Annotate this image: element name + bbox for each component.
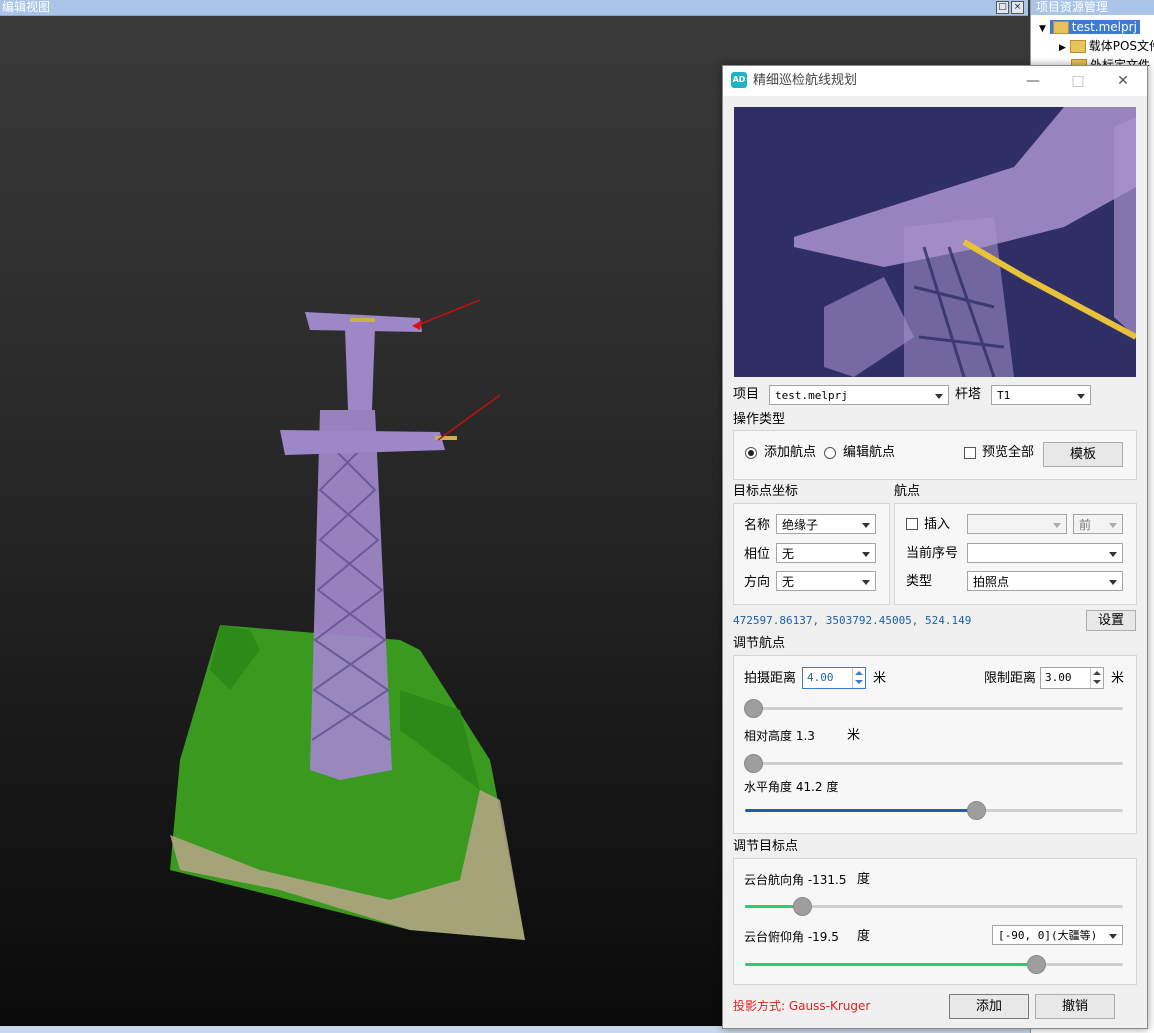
add-button[interactable]: 添加 <box>949 994 1029 1019</box>
preview-all-checkbox[interactable] <box>964 447 976 459</box>
current-index-label: 当前序号 <box>906 546 959 561</box>
expand-arrow-icon[interactable]: ▼ <box>1039 24 1046 34</box>
waypoint-preview-image[interactable] <box>734 107 1136 377</box>
coordinate-readout: 472597.86137, 3503792.45005, 524.149 <box>733 614 972 627</box>
shoot-distance-slider[interactable] <box>743 699 1123 718</box>
direction-select[interactable]: 无 <box>776 571 876 591</box>
limit-distance-unit: 米 <box>1111 671 1125 686</box>
restore-icon[interactable]: □ <box>996 1 1009 14</box>
close-icon[interactable]: × <box>1011 1 1024 14</box>
dialog-title: 精细巡检航线规划 <box>753 73 858 88</box>
preview-all-label: 预览全部 <box>982 445 1035 460</box>
projection-label: 投影方式: Gauss-Kruger <box>733 999 871 1013</box>
slider-thumb[interactable] <box>792 897 812 916</box>
insert-checkbox[interactable] <box>906 518 918 530</box>
insert-target-select[interactable] <box>967 514 1067 534</box>
limit-distance-label: 限制距离 <box>984 671 1037 686</box>
type-label: 类型 <box>906 574 933 589</box>
slider-thumb[interactable] <box>743 699 763 718</box>
chevron-down-icon <box>1053 523 1061 528</box>
slider-thumb[interactable] <box>966 801 986 820</box>
limit-distance-input[interactable]: 3.00 <box>1040 667 1104 689</box>
project-select[interactable]: test.melprj <box>769 385 949 405</box>
add-waypoint-label: 添加航点 <box>764 445 817 460</box>
dialog-titlebar: AD 精细巡检航线规划 — □ ✕ <box>723 66 1147 96</box>
name-select[interactable]: 绝缘子 <box>776 514 876 534</box>
slider-thumb[interactable] <box>1027 955 1047 974</box>
shoot-distance-unit: 米 <box>873 671 887 686</box>
gimbal-pitch-slider[interactable] <box>745 955 1123 974</box>
tower-lower-crossarm <box>280 430 445 455</box>
name-label: 名称 <box>744 518 771 533</box>
adjust-target-label: 调节目标点 <box>733 839 799 854</box>
target-coord-label: 目标点坐标 <box>733 484 799 499</box>
tower-label: 杆塔 <box>955 387 982 402</box>
insert-label: 插入 <box>924 517 951 532</box>
edit-waypoint-radio[interactable] <box>824 447 836 459</box>
op-type-label: 操作类型 <box>733 412 786 427</box>
viewport-title: 编辑视图 <box>2 0 51 14</box>
edit-waypoint-label: 编辑航点 <box>843 445 896 460</box>
shoot-distance-label: 拍摄距离 <box>744 671 797 686</box>
horizontal-angle-slider[interactable] <box>745 801 1123 820</box>
maximize-button[interactable]: □ <box>1058 66 1098 96</box>
pos-file-icon <box>1069 40 1086 53</box>
close-button[interactable]: ✕ <box>1103 66 1143 96</box>
chevron-down-icon <box>862 552 870 557</box>
chevron-down-icon <box>862 580 870 585</box>
waypoint-label: 航点 <box>894 484 921 499</box>
project-label: 项目 <box>733 387 760 402</box>
relative-height-unit: 米 <box>847 728 861 743</box>
slider-thumb[interactable] <box>743 754 763 773</box>
adjust-waypoint-label: 调节航点 <box>733 636 786 651</box>
spin-arrows-icon[interactable] <box>852 668 865 688</box>
app-logo-icon: AD <box>731 72 747 88</box>
chevron-down-icon <box>1109 523 1117 528</box>
spin-arrows-icon[interactable] <box>1090 668 1103 688</box>
phase-select[interactable]: 无 <box>776 543 876 563</box>
shoot-distance-input[interactable]: 4.00 <box>802 667 866 689</box>
relative-height-slider[interactable] <box>743 754 1123 773</box>
type-select[interactable]: 拍照点 <box>967 571 1123 591</box>
tree-item-pos[interactable]: ▶ 载体POS文件 <box>1059 37 1154 55</box>
template-button[interactable]: 模板 <box>1043 442 1123 467</box>
direction-label: 方向 <box>744 575 771 590</box>
collapse-arrow-icon[interactable]: ▶ <box>1059 43 1066 53</box>
route-planning-dialog: AD 精细巡检航线规划 — □ ✕ 项目 test.melprj 杆塔 T1 操… <box>722 65 1148 1029</box>
chevron-down-icon <box>1109 934 1117 939</box>
tower-select[interactable]: T1 <box>991 385 1091 405</box>
undo-button[interactable]: 撤销 <box>1035 994 1115 1019</box>
minimize-button[interactable]: — <box>1013 66 1053 96</box>
chevron-down-icon <box>862 523 870 528</box>
transmission-tower-point-cloud <box>170 299 525 940</box>
add-waypoint-radio[interactable] <box>745 447 757 459</box>
gimbal-yaw-label: 云台航向角 -131.5 <box>744 873 847 887</box>
gimbal-yaw-slider[interactable] <box>745 897 1123 916</box>
gimbal-yaw-unit: 度 <box>857 872 871 887</box>
pitch-range-select[interactable]: [-90, 0](大疆等) <box>992 925 1123 945</box>
viewport-titlebar: 编辑视图 □ × <box>0 0 1028 16</box>
set-button[interactable]: 设置 <box>1086 610 1136 631</box>
chevron-down-icon <box>935 394 943 399</box>
tree-item-project[interactable]: ▼ test.melprj <box>1039 18 1140 36</box>
current-index-select[interactable] <box>967 543 1123 563</box>
folder-icon <box>1052 21 1069 34</box>
phase-label: 相位 <box>744 547 771 562</box>
chevron-down-icon <box>1077 394 1085 399</box>
project-panel-title: 项目资源管理 <box>1031 0 1154 15</box>
chevron-down-icon <box>1109 580 1117 585</box>
insert-position-select[interactable]: 前 <box>1073 514 1123 534</box>
gimbal-pitch-label: 云台俯仰角 -19.5 <box>744 930 839 944</box>
chevron-down-icon <box>1109 552 1117 557</box>
horizontal-angle-label: 水平角度 41.2 度 <box>744 780 839 794</box>
gimbal-pitch-unit: 度 <box>857 929 871 944</box>
relative-height-label: 相对高度 1.3 <box>744 729 815 743</box>
